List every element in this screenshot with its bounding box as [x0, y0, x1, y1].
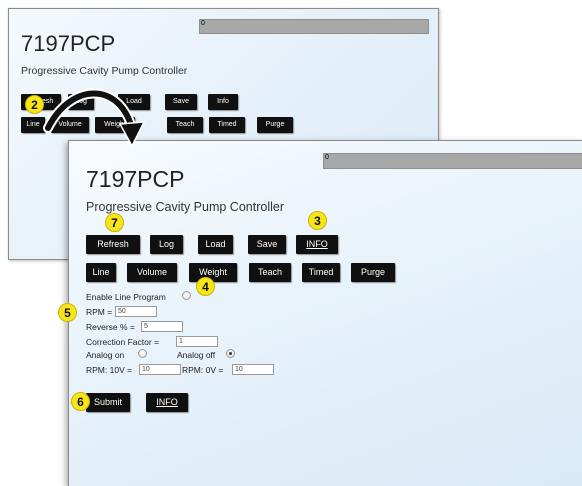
progress-value: 0	[201, 20, 205, 27]
reverse-percent-input[interactable]	[141, 321, 183, 332]
page-title: 7197PCP	[21, 31, 116, 56]
analog-on-label: Analog on	[86, 350, 125, 360]
purge-button[interactable]: Purge	[351, 263, 395, 282]
timed-button[interactable]: Timed	[209, 117, 245, 133]
line-button[interactable]: Line	[86, 263, 116, 282]
curved-arrow-icon	[43, 88, 146, 148]
submit-button[interactable]: Submit	[86, 393, 130, 412]
callout-5: 5	[58, 303, 77, 322]
volume-button[interactable]: Volume	[127, 263, 177, 282]
callout-4: 4	[196, 277, 215, 296]
info-bottom-button[interactable]: INFO	[146, 393, 188, 412]
purge-button[interactable]: Purge	[257, 117, 293, 133]
log-button[interactable]: Log	[150, 235, 183, 254]
progress-bar	[199, 19, 429, 34]
analog-off-label: Analog off	[177, 350, 216, 360]
callout-3: 3	[308, 211, 327, 230]
page-subtitle: Progressive Cavity Pump Controller	[21, 65, 188, 77]
refresh-button[interactable]: Refresh	[86, 235, 140, 254]
rpm-0v-input[interactable]	[232, 364, 274, 375]
enable-line-program-radio[interactable]	[182, 291, 191, 300]
enable-line-program-label: Enable Line Program	[86, 292, 166, 302]
analog-off-radio[interactable]	[226, 349, 235, 358]
timed-button[interactable]: Timed	[302, 263, 340, 282]
save-button[interactable]: Save	[248, 235, 286, 254]
progress-value: 0	[325, 154, 329, 161]
callout-7: 7	[105, 213, 124, 232]
rpm-input[interactable]	[115, 306, 157, 317]
reverse-percent-label: Reverse % =	[86, 322, 135, 332]
info-button[interactable]: INFO	[296, 235, 338, 254]
correction-factor-label: Correction Factor =	[86, 337, 159, 347]
callout-2: 2	[25, 95, 44, 114]
rpm-0v-label: RPM: 0V =	[182, 365, 224, 375]
front-browser-window: 0 7197PCP Progressive Cavity Pump Contro…	[68, 140, 582, 486]
callout-6: 6	[71, 392, 90, 411]
teach-button[interactable]: Teach	[167, 117, 203, 133]
teach-button[interactable]: Teach	[249, 263, 291, 282]
progress-bar	[323, 153, 582, 169]
page-subtitle: Progressive Cavity Pump Controller	[86, 200, 284, 214]
save-button[interactable]: Save	[165, 94, 197, 110]
weight-button[interactable]: Weight	[189, 263, 237, 282]
rpm-10v-input[interactable]	[139, 364, 181, 375]
rpm-label: RPM =	[86, 307, 113, 317]
load-button[interactable]: Load	[198, 235, 233, 254]
radio-selected-dot	[229, 352, 232, 355]
correction-factor-input[interactable]	[176, 336, 218, 347]
info-button[interactable]: Info	[208, 94, 238, 110]
page-title: 7197PCP	[86, 166, 185, 192]
rpm-10v-label: RPM: 10V =	[86, 365, 133, 375]
analog-on-radio[interactable]	[138, 349, 147, 358]
